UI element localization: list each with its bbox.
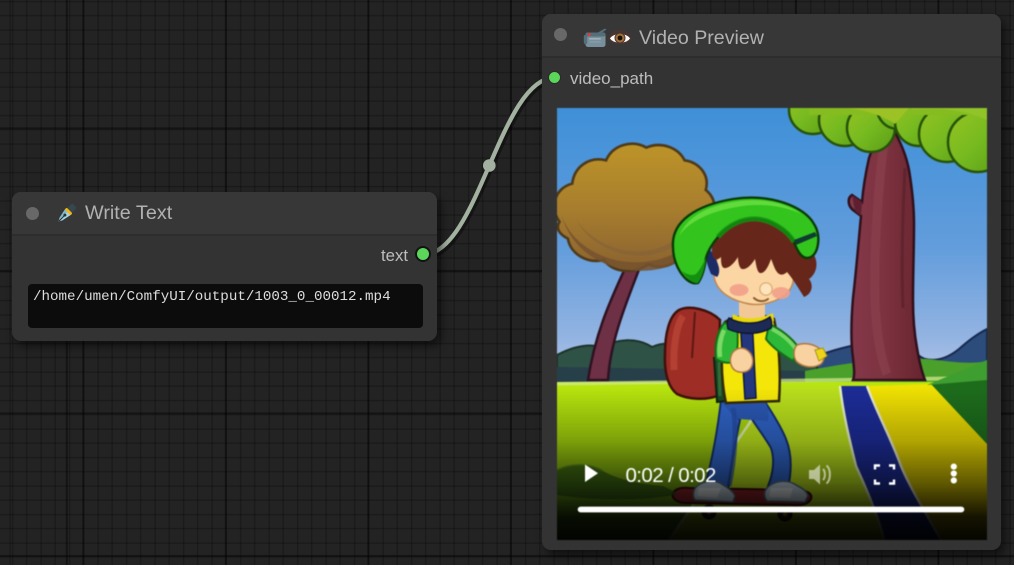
- svg-text:0:02 / 0:02: 0:02 / 0:02: [626, 464, 716, 487]
